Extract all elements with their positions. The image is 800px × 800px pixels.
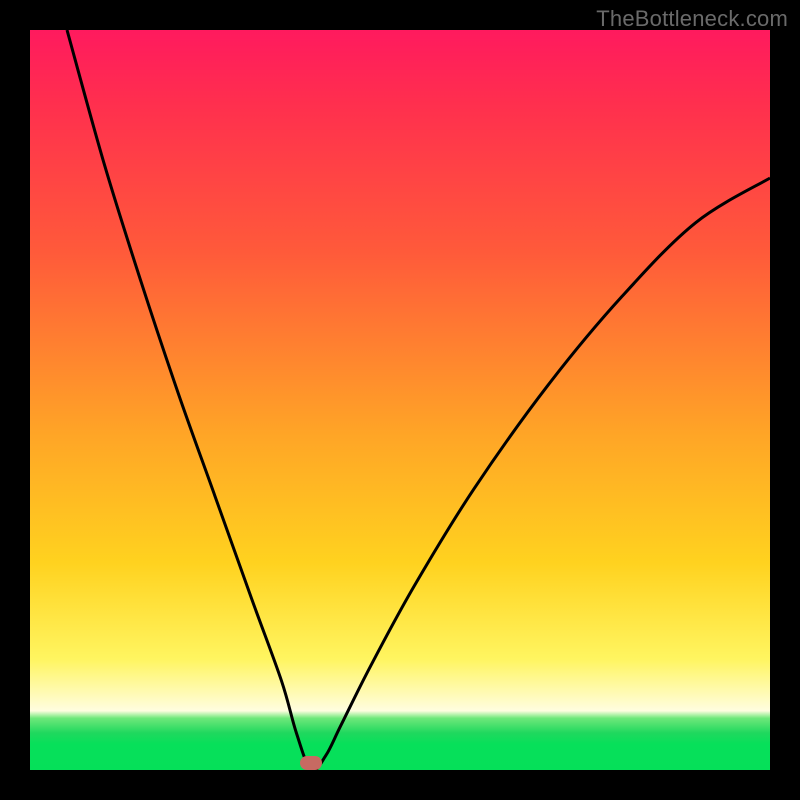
bottleneck-curve (67, 30, 770, 771)
chart-frame: TheBottleneck.com (0, 0, 800, 800)
watermark-text: TheBottleneck.com (596, 6, 788, 32)
plot-area (30, 30, 770, 770)
bottleneck-marker (300, 756, 322, 770)
curve-svg (30, 30, 770, 770)
